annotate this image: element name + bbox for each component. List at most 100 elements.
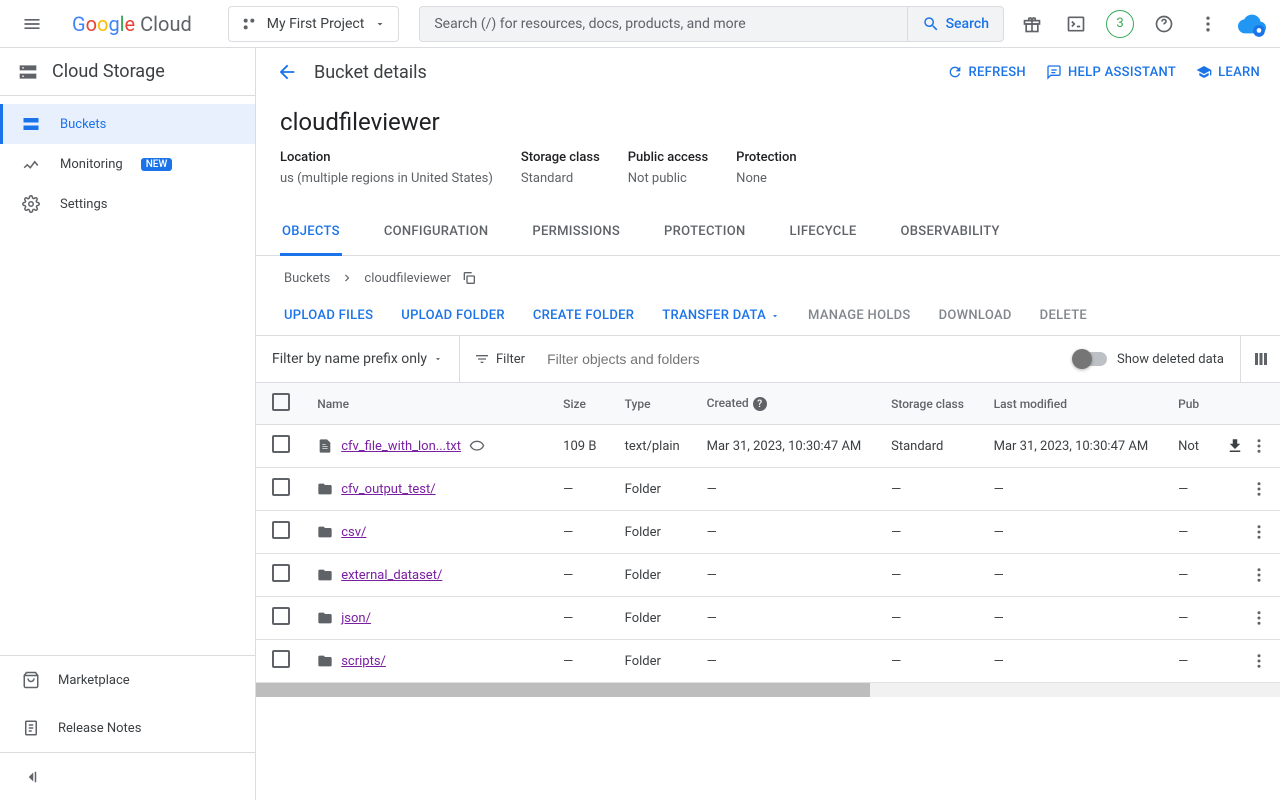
col-type[interactable]: Type [613, 383, 695, 425]
transfer-data-button[interactable]: TRANSFER DATA [662, 308, 780, 323]
row-more-icon[interactable] [1250, 523, 1268, 541]
protection-value: None [736, 171, 796, 186]
horizontal-scrollbar[interactable] [256, 683, 1280, 697]
col-name[interactable]: Name [305, 383, 551, 425]
row-more-icon[interactable] [1250, 566, 1268, 584]
public-value: Not public [628, 171, 708, 186]
col-public[interactable]: Pub [1166, 383, 1212, 425]
tab-configuration[interactable]: CONFIGURATION [382, 210, 491, 255]
class-value: Standard [521, 171, 600, 186]
sidebar-item-buckets[interactable]: Buckets [0, 104, 255, 144]
row-more-icon[interactable] [1250, 480, 1268, 498]
google-cloud-logo[interactable]: Google Cloud [64, 12, 200, 36]
tab-permissions[interactable]: PERMISSIONS [530, 210, 622, 255]
sidebar-collapse[interactable] [0, 752, 255, 800]
filter-input[interactable] [539, 336, 1059, 382]
object-name-link[interactable]: csv/ [341, 525, 366, 540]
breadcrumb-root[interactable]: Buckets [284, 271, 330, 286]
project-name: My First Project [267, 16, 365, 32]
col-class[interactable]: Storage class [879, 383, 981, 425]
upload-files-button[interactable]: UPLOAD FILES [284, 308, 373, 323]
row-more-icon[interactable] [1250, 609, 1268, 627]
back-arrow-icon[interactable] [276, 61, 298, 83]
object-name-link[interactable]: cfv_file_with_lon...txt [341, 439, 461, 454]
delete-button[interactable]: DELETE [1040, 308, 1087, 323]
show-deleted-toggle[interactable]: Show deleted data [1059, 352, 1240, 367]
object-name-link[interactable]: scripts/ [341, 654, 386, 669]
global-header: Google Cloud My First Project Search (/)… [0, 0, 1280, 48]
object-name-link[interactable]: cfv_output_test/ [341, 482, 435, 497]
chevron-right-icon [340, 271, 354, 285]
col-modified[interactable]: Last modified [982, 383, 1166, 425]
sidebar-marketplace[interactable]: Marketplace [0, 656, 255, 704]
row-checkbox[interactable] [272, 650, 290, 668]
row-more-icon[interactable] [1250, 652, 1268, 670]
sidebar-item-monitoring[interactable]: Monitoring NEW [0, 144, 255, 184]
col-created[interactable]: Created? [695, 383, 879, 425]
help-icon[interactable]: ? [753, 397, 767, 411]
cloud-shell-icon[interactable] [1056, 4, 1096, 44]
download-icon[interactable] [1226, 437, 1244, 455]
search-input[interactable]: Search (/) for resources, docs, products… [419, 6, 906, 42]
sidebar-item-icon [22, 195, 42, 213]
create-folder-button[interactable]: CREATE FOLDER [533, 308, 634, 323]
sidebar-item-settings[interactable]: Settings [0, 184, 255, 224]
row-checkbox[interactable] [272, 607, 290, 625]
new-badge: NEW [141, 158, 173, 171]
trial-badge[interactable]: 3 [1100, 4, 1140, 44]
tab-objects[interactable]: OBJECTS [280, 210, 342, 256]
filter-button[interactable]: Filter [460, 351, 539, 367]
learn-button[interactable]: LEARN [1196, 64, 1260, 80]
public-label: Public access [628, 150, 708, 165]
folder-icon [317, 653, 333, 669]
row-checkbox[interactable] [272, 478, 290, 496]
cell-size: — [551, 468, 612, 511]
manage-holds-button[interactable]: MANAGE HOLDS [808, 308, 911, 323]
object-name-link[interactable]: json/ [341, 611, 371, 626]
cell-class: — [879, 468, 981, 511]
refresh-button[interactable]: REFRESH [947, 64, 1026, 80]
cell-class: — [879, 554, 981, 597]
objects-table: Name Size Type Created? Storage class La… [256, 383, 1280, 683]
upload-folder-button[interactable]: UPLOAD FOLDER [401, 308, 505, 323]
cell-type: Folder [613, 468, 695, 511]
gift-icon[interactable] [1012, 4, 1052, 44]
sidebar-release-notes[interactable]: Release Notes [0, 704, 255, 752]
search-button[interactable]: Search [907, 6, 1004, 42]
col-size[interactable]: Size [551, 383, 612, 425]
row-more-icon[interactable] [1250, 437, 1268, 455]
cell-size: — [551, 597, 612, 640]
folder-icon [317, 567, 333, 583]
learn-icon [1196, 64, 1212, 80]
cell-size: 109 B [551, 425, 612, 468]
tab-protection[interactable]: PROTECTION [662, 210, 747, 255]
tab-lifecycle[interactable]: LIFECYCLE [788, 210, 859, 255]
sidebar-header[interactable]: Cloud Storage [0, 48, 255, 96]
more-icon[interactable] [1188, 4, 1228, 44]
row-checkbox[interactable] [272, 564, 290, 582]
chevron-down-icon [770, 311, 780, 321]
row-checkbox[interactable] [272, 521, 290, 539]
sidebar-item-label: Monitoring [60, 157, 123, 172]
column-settings-icon[interactable] [1240, 336, 1280, 382]
tab-observability[interactable]: OBSERVABILITY [899, 210, 1002, 255]
download-button[interactable]: DOWNLOAD [939, 308, 1012, 323]
cell-created: — [695, 597, 879, 640]
protection-label: Protection [736, 150, 796, 165]
copy-icon[interactable] [461, 270, 477, 286]
filter-mode-dropdown[interactable]: Filter by name prefix only [256, 336, 460, 382]
storage-icon [18, 62, 38, 82]
hamburger-menu[interactable] [8, 0, 56, 48]
account-avatar[interactable] [1232, 4, 1272, 44]
help-assistant-button[interactable]: HELP ASSISTANT [1046, 64, 1176, 80]
cell-modified: Mar 31, 2023, 10:30:47 AM [982, 425, 1166, 468]
row-checkbox[interactable] [272, 435, 290, 453]
sidebar-item-label: Settings [60, 197, 107, 212]
help-icon[interactable] [1144, 4, 1184, 44]
search-container: Search (/) for resources, docs, products… [419, 6, 1004, 42]
file-icon [317, 438, 333, 454]
select-all-checkbox[interactable] [272, 393, 290, 411]
project-picker[interactable]: My First Project [228, 6, 400, 42]
main-content: Bucket details REFRESH HELP ASSISTANT LE… [256, 48, 1280, 800]
object-name-link[interactable]: external_dataset/ [341, 568, 442, 583]
